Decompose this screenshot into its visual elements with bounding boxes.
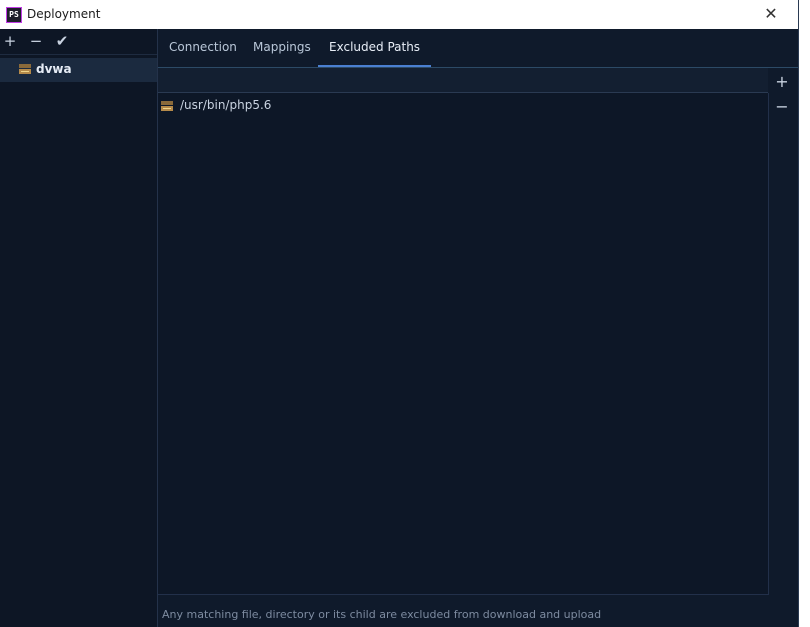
window-title: Deployment (27, 7, 101, 21)
server-item-dvwa[interactable]: dvwa (0, 58, 157, 82)
server-settings-panel: Connection Mappings Excluded Paths /usr/… (158, 29, 798, 627)
tab-connection[interactable]: Connection (158, 29, 248, 65)
server-list-panel: + − ✔ dvwa (0, 29, 158, 627)
close-button[interactable]: ✕ (758, 2, 784, 26)
excluded-paths-list[interactable]: /usr/bin/php5.6 (158, 93, 769, 595)
server-icon (19, 64, 31, 74)
server-toolbar: + − ✔ (0, 29, 157, 55)
excluded-path-label: /usr/bin/php5.6 (180, 98, 272, 112)
excluded-paths-hint: Any matching file, directory or its chil… (162, 608, 602, 621)
settings-tabs: Connection Mappings Excluded Paths (158, 29, 798, 68)
tab-mappings[interactable]: Mappings (242, 29, 322, 65)
title-bar: PS Deployment ✕ (0, 0, 798, 30)
remove-server-button[interactable]: − (26, 31, 46, 51)
add-excluded-path-button[interactable]: + (772, 72, 792, 92)
remove-excluded-path-button[interactable]: − (772, 97, 792, 117)
add-server-button[interactable]: + (0, 31, 20, 51)
tab-excluded-paths[interactable]: Excluded Paths (318, 29, 432, 67)
deployment-dialog: PS Deployment ✕ + − ✔ dvwa Connection Ma… (0, 0, 799, 627)
set-default-check-button[interactable]: ✔ (52, 31, 72, 51)
phpstorm-app-icon: PS (6, 7, 22, 23)
server-folder-icon (161, 101, 173, 111)
excluded-paths-list-header (158, 68, 768, 93)
server-item-label: dvwa (36, 62, 72, 76)
